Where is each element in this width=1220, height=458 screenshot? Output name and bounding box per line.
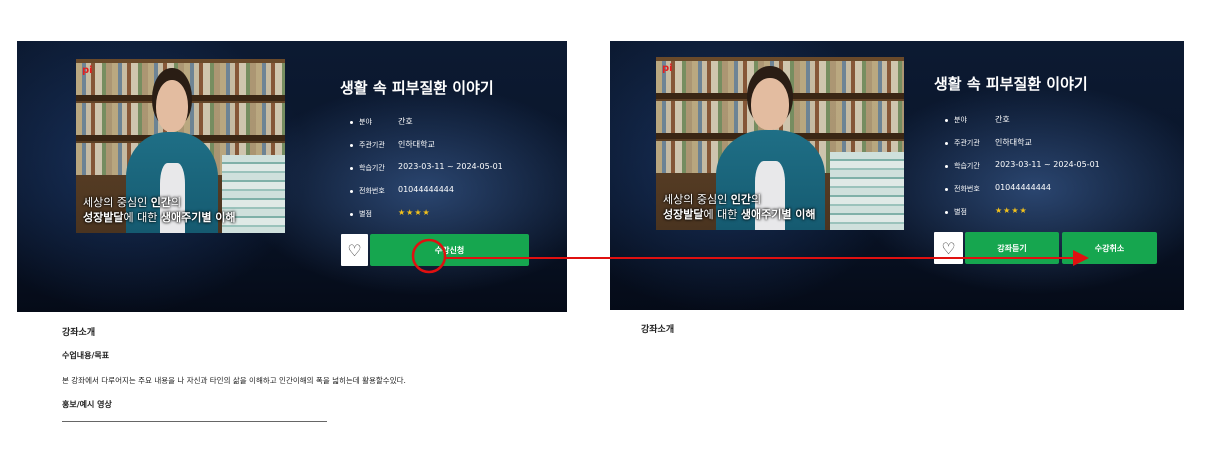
section-title-intro: 강좌소개 <box>641 325 675 335</box>
info-label: 주관기관 <box>954 139 980 147</box>
info-label: 별점 <box>359 210 372 218</box>
instructor-head <box>751 77 789 130</box>
heart-outline-icon: ♡ <box>941 238 956 258</box>
section-title-intro: 강좌소개 <box>62 328 96 338</box>
info-label: 주관기관 <box>359 141 385 149</box>
info-value: 01044444444 <box>398 185 454 194</box>
instructor-head <box>156 79 188 133</box>
course-title: 생활 속 피부질환 이야기 <box>934 75 1088 93</box>
enroll-button[interactable]: 수강신청 <box>370 234 529 266</box>
info-value: 2023-03-11 ~ 2024-05-01 <box>995 160 1100 169</box>
course-header-before: pi 세상의 중심인 인간의 성장발달에 대한 생애주기별 이해 생활 속 피부… <box>17 41 567 312</box>
book-stack <box>829 152 904 230</box>
info-value: 간호 <box>995 115 1010 124</box>
section-subtitle-goals: 수업내용/목표 <box>62 351 110 360</box>
rating-stars: ★★★★ <box>995 206 1028 215</box>
heart-outline-icon: ♡ <box>347 240 362 260</box>
info-value: 간호 <box>398 117 413 126</box>
thumbnail-caption: 세상의 중심인 인간의 성장발달에 대한 생애주기별 이해 <box>663 193 816 221</box>
info-label: 별점 <box>954 208 967 216</box>
info-label: 학습기간 <box>359 164 385 172</box>
info-value: 2023-03-11 ~ 2024-05-01 <box>398 162 503 171</box>
info-value: 01044444444 <box>995 183 1051 192</box>
info-label: 학습기간 <box>954 162 980 170</box>
course-description: 본 강좌에서 다루어지는 주요 내용을 나 자신과 타인의 삶을 이해하고 인간… <box>62 376 406 385</box>
cancel-enrollment-button[interactable]: 수강취소 <box>1062 232 1157 264</box>
rating-stars: ★★★★ <box>398 208 431 217</box>
course-title: 생활 속 피부질환 이야기 <box>340 79 494 97</box>
info-label: 분야 <box>954 116 967 124</box>
course-thumbnail[interactable]: pi 세상의 중심인 인간의 성장발달에 대한 생애주기별 이해 <box>656 57 904 230</box>
section-subtitle-video: 홍보/예시 영상 <box>62 400 112 409</box>
channel-logo: pi <box>662 63 673 74</box>
wishlist-button[interactable]: ♡ <box>934 232 963 264</box>
info-label: 전화번호 <box>954 185 980 193</box>
thumbnail-caption: 세상의 중심인 인간의 성장발달에 대한 생애주기별 이해 <box>83 196 236 224</box>
wishlist-button[interactable]: ♡ <box>341 234 368 266</box>
course-thumbnail[interactable]: pi 세상의 중심인 인간의 성장발달에 대한 생애주기별 이해 <box>76 59 285 233</box>
info-label: 전화번호 <box>359 187 385 195</box>
info-value: 인하대학교 <box>995 138 1032 147</box>
info-label: 분야 <box>359 118 372 126</box>
divider <box>62 421 327 422</box>
course-header-after: pi 세상의 중심인 인간의 성장발달에 대한 생애주기별 이해 생활 속 피부… <box>610 41 1184 310</box>
start-lecture-button[interactable]: 강좌듣기 <box>965 232 1059 264</box>
info-value: 인하대학교 <box>398 140 435 149</box>
channel-logo: pi <box>82 65 93 76</box>
